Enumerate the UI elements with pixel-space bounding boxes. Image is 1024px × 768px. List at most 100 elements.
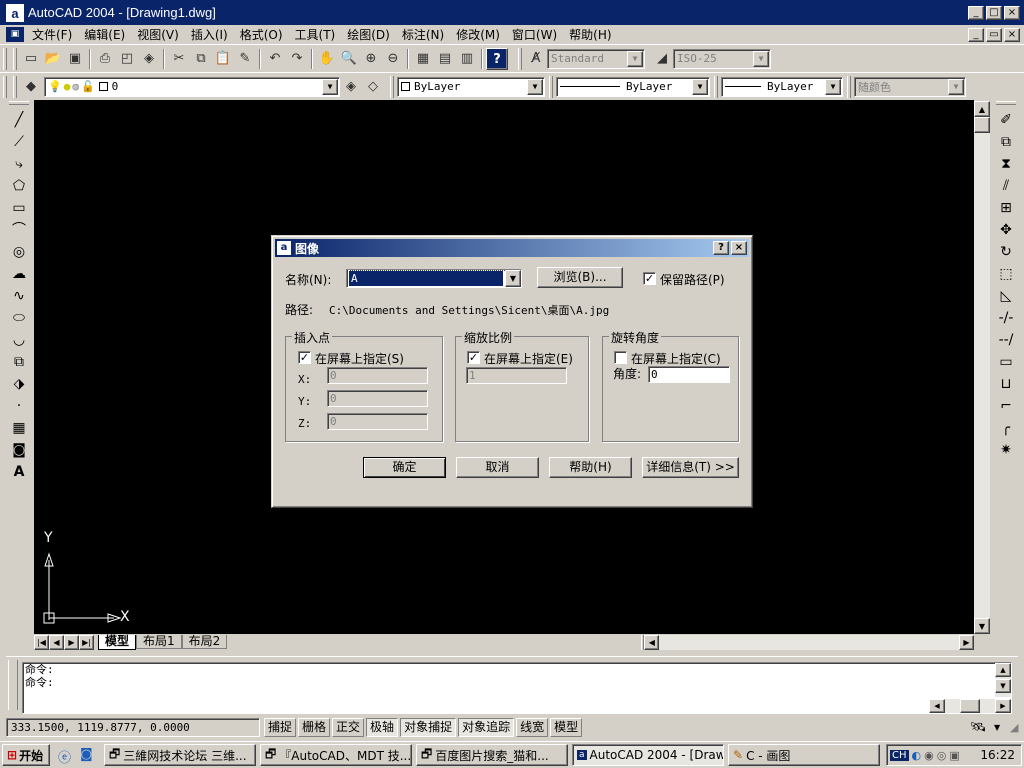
chamfer-icon[interactable]: ⌐ xyxy=(995,395,1017,417)
menu-dimension[interactable]: 标注(N) xyxy=(396,26,450,43)
offset-icon[interactable]: ⫽ xyxy=(995,175,1017,197)
paste-icon[interactable]: 📋 xyxy=(212,48,234,70)
chevron-down-icon[interactable]: ▼ xyxy=(527,78,543,95)
snap-toggle[interactable]: 捕捉 xyxy=(264,717,297,737)
explode-icon[interactable]: ✷ xyxy=(995,439,1017,461)
toolbar-grip[interactable] xyxy=(13,75,17,98)
scroll-left-arrow-icon[interactable]: ◀ xyxy=(929,699,945,713)
publish-icon[interactable]: ◈ xyxy=(138,48,160,70)
fillet-icon[interactable]: ╭ xyxy=(995,417,1017,439)
erase-icon[interactable]: ✐ xyxy=(995,109,1017,131)
antivirus-icon[interactable]: ◉ xyxy=(924,749,934,762)
help-button[interactable]: 帮助(H) xyxy=(549,457,632,478)
arc-icon[interactable]: ⌒ xyxy=(8,219,30,241)
chevron-down-icon[interactable]: ▼ xyxy=(994,723,1008,732)
mirror-icon[interactable]: ⧗ xyxy=(995,153,1017,175)
close-button[interactable]: × xyxy=(1004,5,1020,20)
prev-tab-icon[interactable]: ◀ xyxy=(49,634,64,650)
help-question-button[interactable]: ? xyxy=(713,241,729,255)
scale-icon[interactable]: ⬚ xyxy=(995,263,1017,285)
rectangle-icon[interactable]: ▭ xyxy=(8,197,30,219)
command-history[interactable]: 命令: 命令: ▲ ▼ ◀ ▶ xyxy=(22,662,1012,714)
taskbar-item-baidu[interactable]: 🗗 百度图片搜索_猫和... xyxy=(416,744,568,766)
menu-file[interactable]: 文件(F) xyxy=(26,26,78,43)
save-icon[interactable]: ▣ xyxy=(64,48,86,70)
grid-toggle[interactable]: 栅格 xyxy=(298,717,331,737)
otrack-toggle[interactable]: 对象追踪 xyxy=(458,717,515,737)
match-properties-icon[interactable]: ✎ xyxy=(234,48,256,70)
toolbar-grip[interactable] xyxy=(996,101,1016,105)
ellipse-arc-icon[interactable]: ◡ xyxy=(8,329,30,351)
keep-path-checkbox[interactable]: ✓ xyxy=(643,272,656,285)
dim-style-icon[interactable]: ◢ xyxy=(651,48,673,70)
zoom-realtime-icon[interactable]: 🔍 xyxy=(338,48,360,70)
dialog-title-bar[interactable]: a 图像 ? × xyxy=(275,239,749,257)
pan-icon[interactable]: ✋ xyxy=(316,48,338,70)
chevron-down-icon[interactable]: ▼ xyxy=(948,78,964,95)
coordinates-display[interactable]: 333.1500, 1119.8777, 0.0000 xyxy=(6,717,260,737)
design-center-icon[interactable]: ▤ xyxy=(434,48,456,70)
doc-minimize-button[interactable]: _ xyxy=(968,27,984,42)
taskbar-item-forum[interactable]: 🗗 三維网技术论坛 三维... xyxy=(104,744,256,766)
construction-line-icon[interactable]: ⟋ xyxy=(8,131,30,153)
make-block-icon[interactable]: ⬗ xyxy=(8,373,30,395)
menu-modify[interactable]: 修改(M) xyxy=(450,26,506,43)
dialog-close-button[interactable]: × xyxy=(731,241,747,255)
command-scrollbar[interactable]: ▲ ▼ xyxy=(995,663,1011,697)
insert-block-icon[interactable]: ⧉ xyxy=(8,351,30,373)
horizontal-scrollbar[interactable]: ◀ ▶ xyxy=(644,634,974,650)
linetype-select[interactable]: ByLayer ▼ xyxy=(556,76,710,97)
open-icon[interactable]: 📂 xyxy=(42,48,64,70)
taskbar-item-paint[interactable]: ✎ C - 画图 xyxy=(728,744,880,766)
toolbar-grip[interactable] xyxy=(714,75,718,98)
chevron-down-icon[interactable]: ▼ xyxy=(825,78,841,95)
y-input[interactable]: 0 xyxy=(327,390,428,407)
chevron-down-icon[interactable]: ▼ xyxy=(322,78,338,95)
model-toggle[interactable]: 模型 xyxy=(550,717,583,737)
autocad-app-icon[interactable]: a xyxy=(6,3,24,22)
extend-icon[interactable]: --/ xyxy=(995,329,1017,351)
volume-icon[interactable]: ◎ xyxy=(937,749,947,762)
array-icon[interactable]: ⊞ xyxy=(995,197,1017,219)
scroll-up-arrow-icon[interactable]: ▲ xyxy=(974,101,990,117)
undo-icon[interactable]: ↶ xyxy=(264,48,286,70)
region-icon[interactable]: ◙ xyxy=(8,439,30,461)
chevron-down-icon[interactable]: ▼ xyxy=(692,78,708,95)
ie-quicklaunch-icon[interactable]: ⓔ xyxy=(58,747,71,766)
tab-layout1[interactable]: 布局1 xyxy=(136,635,182,649)
toolbar-grip[interactable] xyxy=(518,47,522,70)
dim-style-select[interactable]: ISO-25 ▼ xyxy=(673,48,771,69)
break-icon[interactable]: ▭ xyxy=(995,351,1017,373)
doc-close-button[interactable]: × xyxy=(1004,27,1020,42)
name-select[interactable]: A ▼ xyxy=(346,269,522,288)
tray-settings-icon[interactable]: 🛰 xyxy=(970,720,992,735)
next-tab-icon[interactable]: ▶ xyxy=(64,634,79,650)
layer-previous-icon[interactable]: ◇ xyxy=(362,76,384,98)
rotate-icon[interactable]: ↻ xyxy=(995,241,1017,263)
copy-object-icon[interactable]: ⧉ xyxy=(995,131,1017,153)
desktop-quicklaunch-icon[interactable]: ◙ xyxy=(80,747,93,762)
menu-edit[interactable]: 编辑(E) xyxy=(78,26,131,43)
menu-help[interactable]: 帮助(H) xyxy=(563,26,617,43)
line-icon[interactable]: ╱ xyxy=(8,109,30,131)
print-icon[interactable]: ⎙ xyxy=(94,48,116,70)
cancel-button[interactable]: 取消 xyxy=(456,457,539,478)
network-icon[interactable]: ◐ xyxy=(912,749,922,762)
x-input[interactable]: 0 xyxy=(327,367,428,384)
menu-window[interactable]: 窗口(W) xyxy=(506,26,563,43)
chevron-down-icon[interactable]: ▼ xyxy=(505,270,521,287)
help-icon[interactable]: ? xyxy=(486,47,508,70)
properties-icon[interactable]: ▦ xyxy=(412,48,434,70)
zoom-window-icon[interactable]: ⊕ xyxy=(360,48,382,70)
details-button[interactable]: 详细信息(T) >> xyxy=(642,457,739,478)
resize-grip-icon[interactable]: ◢ xyxy=(1010,721,1024,734)
minimize-button[interactable]: _ xyxy=(968,5,984,20)
last-tab-icon[interactable]: ▶| xyxy=(79,634,94,650)
angle-input[interactable]: 0 xyxy=(648,366,730,383)
scroll-right-arrow-icon[interactable]: ▶ xyxy=(995,699,1011,713)
lineweight-toggle[interactable]: 线宽 xyxy=(516,717,549,737)
toolbar-grip[interactable] xyxy=(3,47,7,70)
toolbar-grip[interactable] xyxy=(549,75,553,98)
spline-icon[interactable]: ∿ xyxy=(8,285,30,307)
toolbar-grip[interactable] xyxy=(3,75,7,98)
